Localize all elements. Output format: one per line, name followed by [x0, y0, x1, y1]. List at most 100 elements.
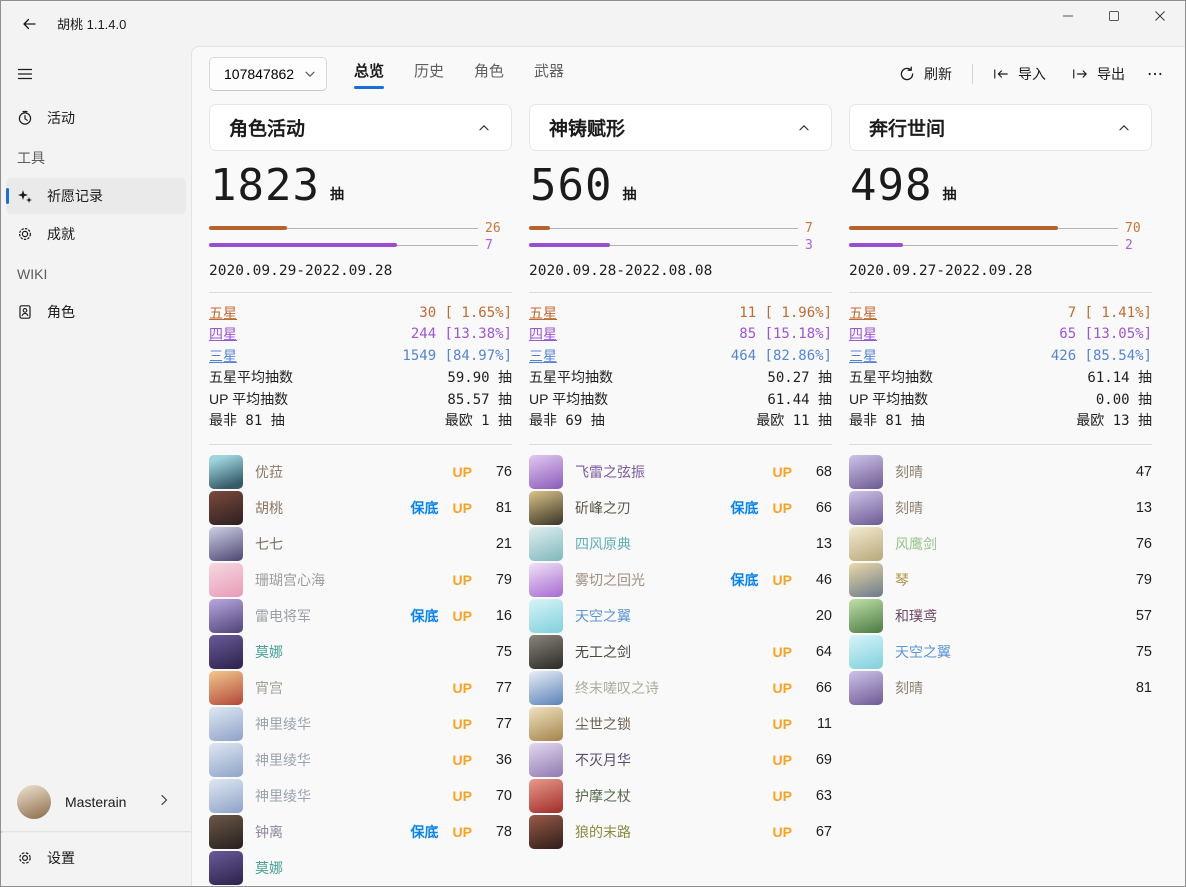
list-item[interactable]: 七七 21 — [209, 526, 512, 562]
item-name: 神里绫华 — [255, 714, 439, 734]
list-item[interactable]: 莫娜 — [209, 850, 512, 886]
sidebar-item-character[interactable]: 角色 — [6, 294, 186, 330]
user-account-button[interactable]: Masterain — [6, 775, 186, 829]
five-star-link[interactable]: 五星 — [209, 303, 237, 323]
minimize-button[interactable] — [1047, 1, 1093, 35]
sidebar-item-wish-log[interactable]: 祈愿记录 — [6, 178, 186, 214]
banner-date-range: 2020.09.27-2022.09.28 — [849, 263, 1152, 279]
tab-character[interactable]: 角色 — [467, 54, 511, 93]
list-item[interactable]: 优菈 UP 76 — [209, 454, 512, 490]
list-item[interactable]: 不灭月华 UP 69 — [529, 742, 832, 778]
list-item[interactable]: 无工之剑 UP 64 — [529, 634, 832, 670]
more-button[interactable] — [1141, 57, 1169, 91]
three-star-link[interactable]: 三星 — [529, 346, 557, 366]
list-item[interactable]: 刻晴 81 — [849, 670, 1152, 706]
collapse-button[interactable] — [471, 115, 497, 141]
list-item[interactable]: 四风原典 13 — [529, 526, 832, 562]
three-star-value: 464 [82.86%] — [731, 348, 832, 364]
list-item[interactable]: 飞雷之弦振 UP 68 — [529, 454, 832, 490]
total-pulls-number: 1823 — [210, 164, 320, 208]
tab-bar: 总览 历史 角色 武器 — [347, 54, 571, 93]
list-item[interactable]: 神里绫华 UP 70 — [209, 778, 512, 814]
list-item[interactable]: 钟离 保底 UP 78 — [209, 814, 512, 850]
item-name: 优菈 — [255, 462, 439, 482]
item-name: 神里绫华 — [255, 786, 439, 806]
avg5-value: 59.90 抽 — [447, 367, 512, 387]
list-item[interactable]: 雷电将军 保底 UP 16 — [209, 598, 512, 634]
three-star-link[interactable]: 三星 — [209, 346, 237, 366]
tab-weapon[interactable]: 武器 — [527, 54, 571, 93]
five-star-link[interactable]: 五星 — [849, 303, 877, 323]
tab-history[interactable]: 历史 — [407, 54, 451, 93]
list-item[interactable]: 狼的末路 UP 67 — [529, 814, 832, 850]
import-button[interactable]: 导入 — [983, 57, 1056, 91]
sidebar-section-wiki: WIKI — [1, 256, 191, 292]
item-avatar — [209, 491, 243, 525]
pity5-fill — [529, 226, 550, 230]
list-item[interactable]: 尘世之锁 UP 11 — [529, 706, 832, 742]
worst-pull-label: 最非 81 抽 — [209, 410, 285, 430]
section-divider — [849, 444, 1152, 445]
item-name: 琴 — [895, 570, 1112, 590]
list-item[interactable]: 风鹰剑 76 — [849, 526, 1152, 562]
pity5-fill — [849, 226, 1058, 230]
pity4-fill — [849, 243, 903, 247]
sidebar-item-achievement[interactable]: 成就 — [6, 216, 186, 252]
collapse-button[interactable] — [791, 115, 817, 141]
three-star-link[interactable]: 三星 — [849, 346, 877, 366]
sidebar-item-settings[interactable]: 设置 — [6, 835, 186, 881]
maximize-icon — [1108, 10, 1124, 26]
hamburger-button[interactable] — [6, 56, 186, 92]
item-name: 宵宫 — [255, 678, 439, 698]
collapse-button[interactable] — [1111, 115, 1137, 141]
list-item[interactable]: 莫娜 75 — [209, 634, 512, 670]
list-item[interactable]: 宵宫 UP 77 — [209, 670, 512, 706]
list-item[interactable]: 刻晴 13 — [849, 490, 1152, 526]
refresh-button[interactable]: 刷新 — [889, 57, 962, 91]
list-item[interactable]: 琴 79 — [849, 562, 1152, 598]
four-star-link[interactable]: 四星 — [849, 324, 877, 344]
up-badge: UP — [453, 464, 472, 480]
section-divider — [209, 292, 512, 293]
item-avatar — [209, 815, 243, 849]
list-item[interactable]: 胡桃 保底 UP 81 — [209, 490, 512, 526]
five-star-link[interactable]: 五星 — [529, 303, 557, 323]
pity5-count: 7 — [805, 221, 832, 236]
item-avatar — [209, 599, 243, 633]
banner-title: 奔行世间 — [869, 114, 945, 141]
avgup-label: UP 平均抽数 — [849, 389, 928, 409]
activity-icon — [17, 110, 33, 126]
item-pull-count: 76 — [1120, 536, 1152, 552]
topbar: 107847862 总览 历史 角色 武器 刷新 — [209, 47, 1185, 100]
list-item[interactable]: 雾切之回光 保底 UP 46 — [529, 562, 832, 598]
tab-overview[interactable]: 总览 — [347, 54, 391, 93]
list-item[interactable]: 斫峰之刃 保底 UP 66 — [529, 490, 832, 526]
list-item[interactable]: 珊瑚宫心海 UP 79 — [209, 562, 512, 598]
item-pull-count: 63 — [800, 788, 832, 804]
list-item[interactable]: 神里绫华 UP 77 — [209, 706, 512, 742]
maximize-button[interactable] — [1093, 1, 1139, 35]
back-button[interactable] — [13, 8, 45, 40]
sidebar-item-activity[interactable]: 活动 — [6, 100, 186, 136]
up-badge: UP — [453, 680, 472, 696]
list-item[interactable]: 神里绫华 UP 36 — [209, 742, 512, 778]
up-badge: UP — [453, 608, 472, 624]
close-button[interactable] — [1139, 1, 1185, 35]
item-avatar — [529, 491, 563, 525]
item-name: 斫峰之刃 — [575, 498, 717, 518]
list-item[interactable]: 和璞鸢 57 — [849, 598, 1152, 634]
four-star-link[interactable]: 四星 — [529, 324, 557, 344]
avg5-label: 五星平均抽数 — [529, 367, 613, 387]
four-star-value: 244 [13.38%] — [411, 326, 512, 342]
item-avatar — [209, 851, 243, 885]
list-item[interactable]: 终末嗟叹之诗 UP 66 — [529, 670, 832, 706]
export-button[interactable]: 导出 — [1062, 57, 1135, 91]
main-content: 107847862 总览 历史 角色 武器 刷新 — [191, 46, 1185, 887]
list-item[interactable]: 护摩之杖 UP 63 — [529, 778, 832, 814]
list-item[interactable]: 天空之翼 75 — [849, 634, 1152, 670]
four-star-link[interactable]: 四星 — [209, 324, 237, 344]
list-item[interactable]: 天空之翼 20 — [529, 598, 832, 634]
topbar-actions: 刷新 导入 导出 — [889, 47, 1169, 100]
uid-selector[interactable]: 107847862 — [209, 57, 327, 91]
list-item[interactable]: 刻晴 47 — [849, 454, 1152, 490]
